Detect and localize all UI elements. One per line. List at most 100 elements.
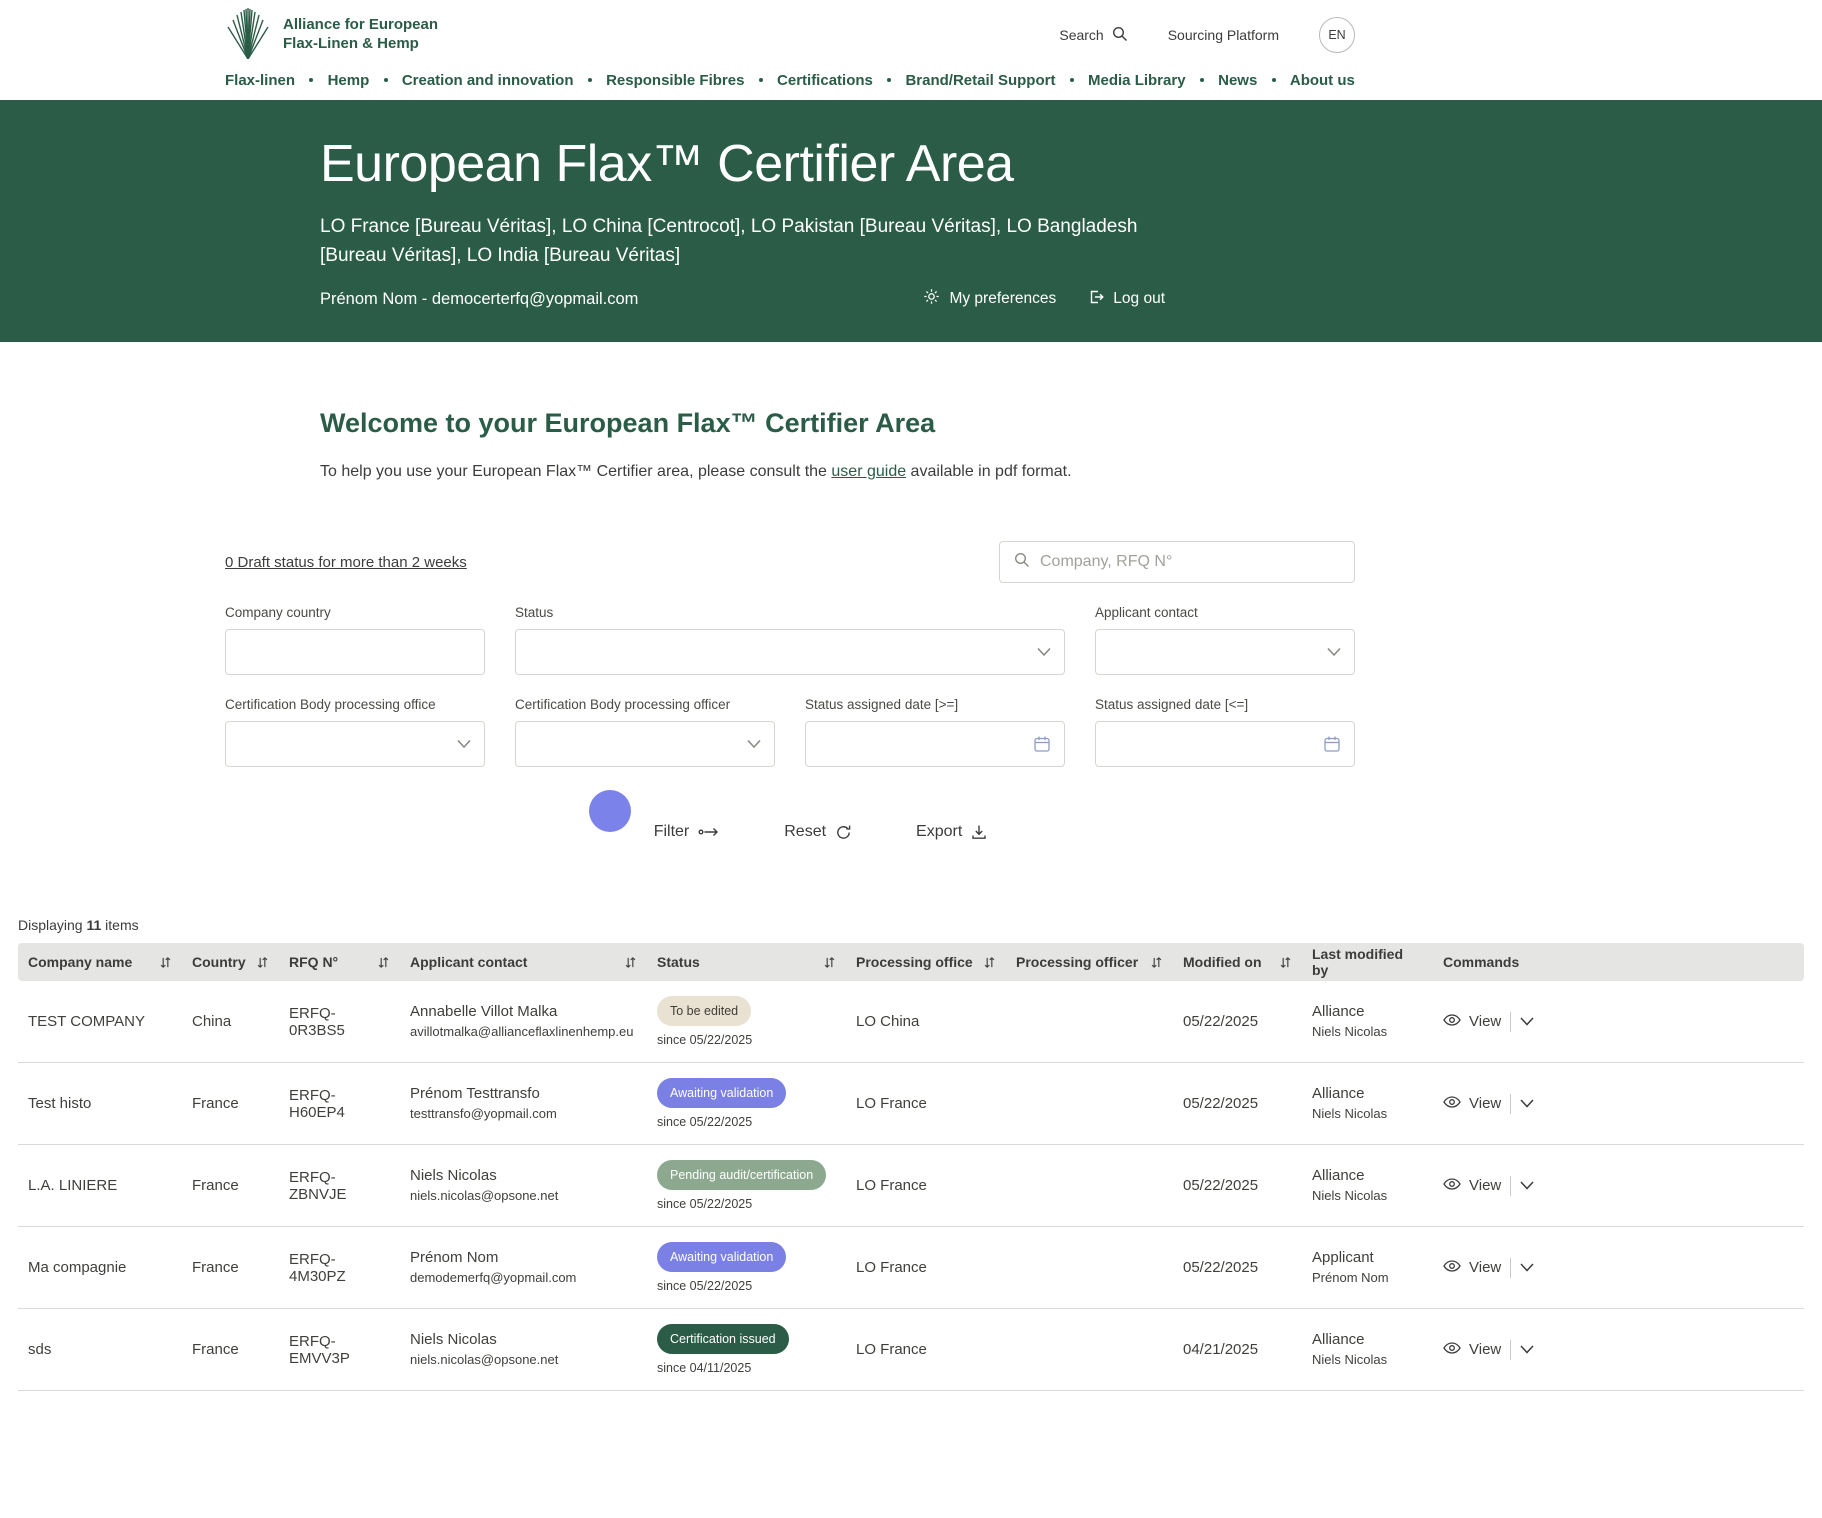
date-from-input[interactable] bbox=[805, 721, 1065, 767]
sort-icon[interactable] bbox=[983, 956, 996, 969]
user-guide-link[interactable]: user guide bbox=[831, 463, 906, 480]
cell-processing-office: LO France bbox=[846, 1145, 1006, 1227]
row-expand-button[interactable] bbox=[1520, 1177, 1534, 1194]
cell-modified-on: 05/22/2025 bbox=[1173, 1227, 1302, 1309]
eye-icon bbox=[1443, 1341, 1461, 1358]
export-button[interactable]: Export bbox=[916, 823, 987, 841]
search-input[interactable] bbox=[1040, 553, 1340, 571]
modified-by-org: Alliance bbox=[1312, 1083, 1423, 1104]
sort-icon[interactable] bbox=[823, 956, 836, 969]
chevron-down-icon bbox=[1520, 1177, 1534, 1194]
cell-applicant-contact: Prénom Testtransfo testtransfo@yopmail.c… bbox=[400, 1063, 647, 1145]
chevron-down-icon bbox=[457, 740, 471, 749]
date-to-input[interactable] bbox=[1095, 721, 1355, 767]
cell-commands: View bbox=[1433, 1309, 1804, 1391]
brand-logo[interactable]: Alliance for European Flax-Linen & Hemp bbox=[225, 7, 438, 64]
contact-email: avillotmalka@allianceflaxlinenhemp.eu bbox=[410, 1022, 637, 1042]
filters-panel: 0 Draft status for more than 2 weeks Com… bbox=[225, 541, 1355, 853]
column-header-rfq[interactable]: RFQ N° bbox=[279, 943, 400, 981]
cb-office-select[interactable] bbox=[225, 721, 485, 767]
column-header-processing-office[interactable]: Processing office bbox=[846, 943, 1006, 981]
calendar-icon bbox=[1323, 735, 1341, 753]
status-badge: To be edited bbox=[657, 996, 751, 1026]
contact-name: Prénom Nom bbox=[410, 1247, 637, 1268]
table-row: Test histo France ERFQ-H60EP4 Prénom Tes… bbox=[18, 1063, 1804, 1145]
command-divider bbox=[1510, 1094, 1511, 1114]
eye-icon bbox=[1443, 1013, 1461, 1030]
cell-rfq-number: ERFQ-4M30PZ bbox=[279, 1227, 400, 1309]
nav-item-flax-linen[interactable]: Flax-linen bbox=[225, 72, 295, 89]
nav-item-creation-innovation[interactable]: Creation and innovation bbox=[402, 72, 574, 89]
calendar-icon bbox=[1033, 735, 1051, 753]
sort-icon[interactable] bbox=[1150, 956, 1163, 969]
filter-button[interactable]: Filter bbox=[593, 811, 721, 853]
column-header-company-name[interactable]: Company name bbox=[18, 943, 182, 981]
row-expand-button[interactable] bbox=[1520, 1341, 1534, 1358]
view-button[interactable]: View bbox=[1443, 1259, 1501, 1276]
sort-icon[interactable] bbox=[624, 956, 637, 969]
draft-status-link[interactable]: 0 Draft status for more than 2 weeks bbox=[225, 554, 467, 571]
cell-processing-officer bbox=[1006, 1309, 1173, 1391]
language-button[interactable]: EN bbox=[1319, 17, 1355, 53]
nav-item-media-library[interactable]: Media Library bbox=[1088, 72, 1186, 89]
view-button[interactable]: View bbox=[1443, 1341, 1501, 1358]
nav-separator-dot bbox=[887, 78, 891, 82]
row-expand-button[interactable] bbox=[1520, 1013, 1534, 1030]
column-header-modified-on[interactable]: Modified on bbox=[1173, 943, 1302, 981]
command-divider bbox=[1510, 1012, 1511, 1032]
column-header-status[interactable]: Status bbox=[647, 943, 846, 981]
view-label: View bbox=[1469, 1259, 1501, 1276]
contact-email: niels.nicolas@opsone.net bbox=[410, 1186, 637, 1206]
view-button[interactable]: View bbox=[1443, 1177, 1501, 1194]
view-label: View bbox=[1469, 1177, 1501, 1194]
cell-country: France bbox=[182, 1063, 279, 1145]
view-button[interactable]: View bbox=[1443, 1095, 1501, 1112]
status-since: since 05/22/2025 bbox=[657, 1033, 836, 1047]
eye-icon bbox=[1443, 1177, 1461, 1194]
filter-cb-office: Certification Body processing office bbox=[225, 697, 485, 767]
cell-commands: View bbox=[1433, 1063, 1804, 1145]
sort-icon[interactable] bbox=[1279, 956, 1292, 969]
cell-last-modified-by: Alliance Niels Nicolas bbox=[1302, 981, 1433, 1063]
cell-company-name: L.A. LINIERE bbox=[18, 1145, 182, 1227]
row-expand-button[interactable] bbox=[1520, 1259, 1534, 1276]
status-badge: Awaiting validation bbox=[657, 1242, 786, 1272]
column-header-applicant-contact[interactable]: Applicant contact bbox=[400, 943, 647, 981]
chevron-down-icon bbox=[1037, 648, 1051, 657]
nav-separator-dot bbox=[309, 78, 313, 82]
logout-link[interactable]: Log out bbox=[1088, 289, 1165, 310]
site-header: Alliance for European Flax-Linen & Hemp … bbox=[0, 0, 1822, 100]
sourcing-platform-link[interactable]: Sourcing Platform bbox=[1168, 27, 1279, 43]
cell-commands: View bbox=[1433, 981, 1804, 1063]
results-count: Displaying 11 items bbox=[18, 917, 1804, 933]
logout-icon bbox=[1088, 289, 1104, 310]
view-button[interactable]: View bbox=[1443, 1013, 1501, 1030]
cell-last-modified-by: Alliance Niels Nicolas bbox=[1302, 1309, 1433, 1391]
sort-icon[interactable] bbox=[256, 956, 269, 969]
column-header-country[interactable]: Country bbox=[182, 943, 279, 981]
nav-item-certifications[interactable]: Certifications bbox=[777, 72, 873, 89]
cell-country: France bbox=[182, 1145, 279, 1227]
sort-icon[interactable] bbox=[159, 956, 172, 969]
applicant-contact-select[interactable] bbox=[1095, 629, 1355, 675]
status-since: since 04/11/2025 bbox=[657, 1361, 836, 1375]
cb-officer-select[interactable] bbox=[515, 721, 775, 767]
status-badge: Certification issued bbox=[657, 1324, 789, 1354]
nav-item-brand-retail-support[interactable]: Brand/Retail Support bbox=[905, 72, 1055, 89]
row-expand-button[interactable] bbox=[1520, 1095, 1534, 1112]
field-label: Certification Body processing office bbox=[225, 697, 485, 712]
nav-item-responsible-fibres[interactable]: Responsible Fibres bbox=[606, 72, 744, 89]
column-header-processing-officer[interactable]: Processing officer bbox=[1006, 943, 1173, 981]
status-select[interactable] bbox=[515, 629, 1065, 675]
sort-icon[interactable] bbox=[377, 956, 390, 969]
nav-item-hemp[interactable]: Hemp bbox=[328, 72, 370, 89]
reset-button[interactable]: Reset bbox=[784, 823, 852, 841]
my-preferences-link[interactable]: My preferences bbox=[923, 288, 1056, 310]
nav-item-about-us[interactable]: About us bbox=[1290, 72, 1355, 89]
nav-item-news[interactable]: News bbox=[1218, 72, 1257, 89]
table-search-box[interactable] bbox=[999, 541, 1355, 583]
field-label: Applicant contact bbox=[1095, 605, 1355, 620]
company-country-input[interactable] bbox=[240, 643, 446, 661]
search-toggle[interactable]: Search bbox=[1059, 26, 1127, 45]
cell-modified-on: 05/22/2025 bbox=[1173, 981, 1302, 1063]
